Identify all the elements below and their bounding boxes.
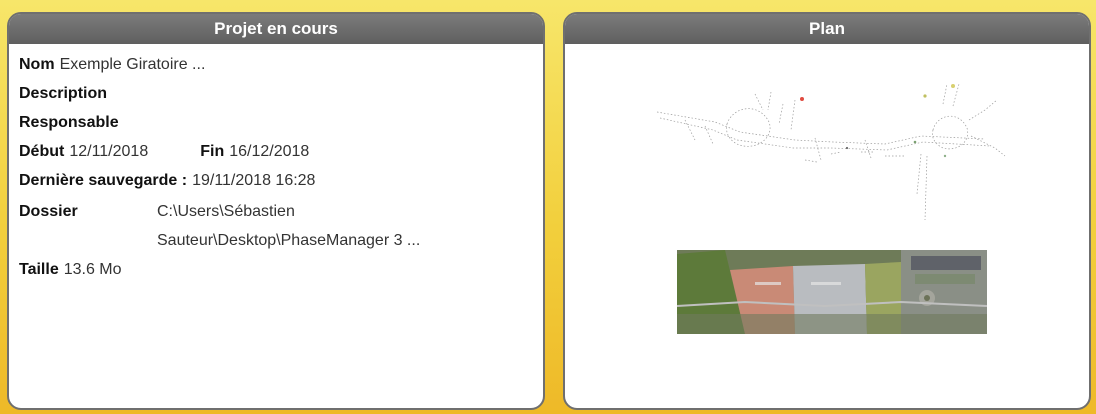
project-panel-header: Projet en cours bbox=[9, 14, 543, 44]
aerial-photo-thumbnail bbox=[676, 250, 988, 334]
debut-value: 12/11/2018 bbox=[69, 143, 149, 160]
dossier-row: Dossier C:\Users\Sébastien Sauteur\Deskt… bbox=[19, 197, 533, 255]
responsable-row: Responsable bbox=[19, 108, 533, 137]
save-label: Dernière sauvegarde : bbox=[19, 172, 188, 189]
dossier-label: Dossier bbox=[19, 203, 78, 220]
description-label: Description bbox=[19, 85, 108, 102]
description-row: Description bbox=[19, 79, 533, 108]
dates-row: Début 12/11/2018 Fin 16/12/2018 bbox=[19, 137, 533, 166]
dossier-path-line1: C:\Users\Sébastien bbox=[157, 203, 295, 220]
taille-row: Taille 13.6 Mo bbox=[19, 255, 533, 284]
save-row: Dernière sauvegarde :19/11/2018 16:28 bbox=[19, 166, 533, 195]
plan-preview bbox=[656, 83, 1006, 334]
plan-panel-header: Plan bbox=[565, 14, 1089, 44]
fin-label: Fin bbox=[200, 143, 225, 160]
plan-panel: Plan bbox=[563, 12, 1091, 410]
fin-value: 16/12/2018 bbox=[229, 143, 310, 160]
project-info: Nom Exemple Giratoire ... Description Res… bbox=[9, 44, 543, 290]
cad-marks bbox=[800, 84, 955, 158]
dossier-path: C:\Users\Sébastien Sauteur\Desktop\Phase… bbox=[157, 197, 420, 255]
taille-value: 13.6 Mo bbox=[63, 261, 122, 278]
debut-label: Début bbox=[19, 143, 65, 160]
save-value: 19/11/2018 16:28 bbox=[192, 172, 316, 189]
responsable-label: Responsable bbox=[19, 114, 119, 131]
taille-label: Taille bbox=[19, 261, 59, 278]
cad-drawing bbox=[656, 83, 1006, 221]
dossier-path-line2: Sauteur\Desktop\PhaseManager 3 ... bbox=[157, 232, 421, 249]
plan-area bbox=[565, 44, 1089, 408]
nom-value: Exemple Giratoire ... bbox=[59, 56, 206, 73]
project-panel: Projet en cours Nom Exemple Giratoire ...… bbox=[7, 12, 545, 410]
nom-label: Nom bbox=[19, 56, 55, 73]
nom-row: Nom Exemple Giratoire ... bbox=[19, 50, 533, 79]
